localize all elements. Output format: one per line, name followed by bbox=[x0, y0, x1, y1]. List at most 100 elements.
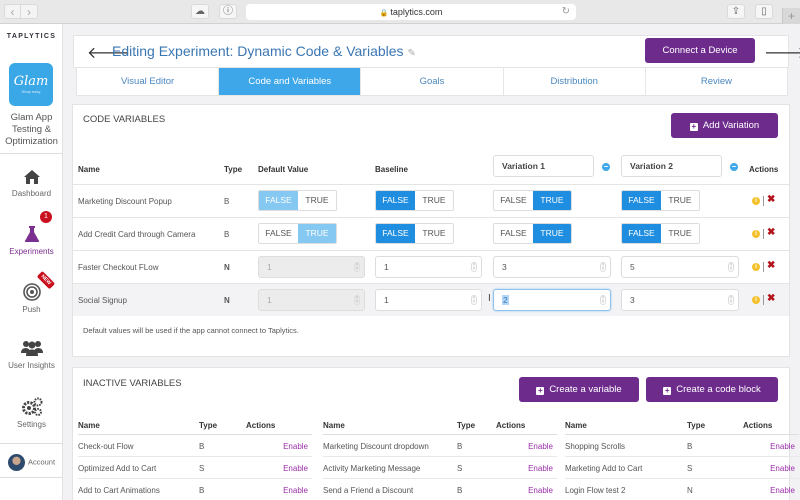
variation-1-name-input[interactable]: Variation 1 bbox=[493, 155, 594, 177]
sidebar-item-user-insights[interactable]: User Insights bbox=[0, 340, 63, 370]
tab-goals[interactable]: Goals bbox=[361, 68, 504, 95]
baseline-toggle[interactable]: FALSE TRUE bbox=[375, 223, 454, 244]
spinner-icon[interactable]: ˄ ˅ bbox=[600, 262, 606, 272]
toggle-false-option[interactable]: FALSE bbox=[494, 191, 533, 210]
info-icon[interactable]: i bbox=[752, 197, 760, 205]
column-header-actions: Actions bbox=[749, 165, 779, 174]
enable-link[interactable]: Enable bbox=[528, 464, 553, 473]
toggle-true-option[interactable]: TRUE bbox=[298, 191, 336, 210]
app-logo[interactable]: Glam Shop easy bbox=[9, 63, 53, 106]
address-bar[interactable]: 🔒 taplytics.com ↻ bbox=[246, 4, 576, 20]
browser-forward-button[interactable]: › bbox=[21, 4, 38, 19]
enable-link[interactable]: Enable bbox=[770, 464, 795, 473]
section-title: INACTIVE VARIABLES bbox=[83, 378, 182, 389]
toggle-false-option[interactable]: FALSE bbox=[494, 224, 533, 243]
spinner-icon[interactable]: ˄ ˅ bbox=[600, 295, 606, 305]
add-variation-button[interactable]: + Add Variation bbox=[671, 113, 778, 138]
baseline-input[interactable]: 1 ˄ ˅ bbox=[375, 289, 482, 311]
sidebar-item-push[interactable]: Push NEW bbox=[0, 270, 63, 314]
enable-link[interactable]: Enable bbox=[283, 486, 308, 495]
privacy-icon[interactable]: ⓘ bbox=[219, 4, 237, 19]
variation-1-toggle[interactable]: FALSE TRUE bbox=[493, 223, 572, 244]
code-variables-card: CODE VARIABLES + Add Variation Name Type … bbox=[72, 104, 790, 357]
sidebar-item-settings[interactable]: Settings bbox=[0, 397, 63, 429]
delete-icon[interactable]: ✖ bbox=[767, 293, 775, 304]
toggle-true-option[interactable]: TRUE bbox=[661, 224, 699, 243]
baseline-input[interactable]: 1 ˄ ˅ bbox=[375, 256, 482, 278]
home-icon bbox=[23, 170, 40, 184]
variation-2-input[interactable]: 5 ˄ ˅ bbox=[621, 256, 739, 278]
tab-visual-editor[interactable]: Visual Editor bbox=[77, 68, 220, 95]
create-code-block-button[interactable]: + Create a code block bbox=[646, 377, 778, 402]
action-separator bbox=[763, 229, 764, 239]
spinner-icon[interactable]: ˄ ˅ bbox=[471, 295, 477, 305]
default-value-toggle[interactable]: FALSE TRUE bbox=[258, 223, 337, 244]
variation-1-toggle[interactable]: FALSE TRUE bbox=[493, 190, 572, 211]
browser-toolbar: ‹ › ☁ ⓘ 🔒 taplytics.com ↻ ⇪ ▯ + bbox=[0, 0, 800, 24]
sidebar-toggle-icon[interactable]: ▯ bbox=[755, 4, 773, 19]
spinner-icon[interactable]: ˄ ˅ bbox=[728, 295, 734, 305]
delete-icon[interactable]: ✖ bbox=[767, 194, 775, 205]
info-icon[interactable]: i bbox=[752, 296, 760, 304]
enable-link[interactable]: Enable bbox=[770, 442, 795, 451]
remove-variation-1-icon[interactable]: − bbox=[602, 163, 610, 171]
sidebar-item-dashboard[interactable]: Dashboard bbox=[0, 169, 63, 198]
toggle-true-option[interactable]: TRUE bbox=[533, 191, 571, 210]
variation-1-input[interactable]: 2 ˄ ˅ bbox=[493, 289, 611, 311]
column-header-type: Type bbox=[687, 421, 706, 430]
toggle-true-option[interactable]: TRUE bbox=[415, 191, 453, 210]
toggle-false-option[interactable]: FALSE bbox=[622, 224, 661, 243]
tab-distribution[interactable]: Distribution bbox=[504, 68, 646, 95]
share-icon[interactable]: ⇪ bbox=[727, 4, 745, 19]
tab-review[interactable]: Review bbox=[646, 68, 787, 95]
toggle-true-option[interactable]: TRUE bbox=[533, 224, 571, 243]
new-tab-button[interactable]: + bbox=[782, 8, 800, 24]
toggle-true-option[interactable]: TRUE bbox=[661, 191, 699, 210]
table-row: Activity Marketing Message S Enable bbox=[323, 457, 557, 479]
pencil-icon[interactable]: ✎ bbox=[408, 48, 416, 59]
spinner-icon[interactable]: ˄ ˅ bbox=[471, 262, 477, 272]
default-value-toggle[interactable]: FALSE TRUE bbox=[258, 190, 337, 211]
tab-code-and-variables[interactable]: Code and Variables bbox=[219, 68, 362, 95]
spinner-icon[interactable]: ˄ ˅ bbox=[728, 262, 734, 272]
baseline-toggle[interactable]: FALSE TRUE bbox=[375, 190, 454, 211]
browser-back-button[interactable]: ‹ bbox=[4, 4, 21, 19]
enable-link[interactable]: Enable bbox=[528, 486, 553, 495]
toggle-true-option[interactable]: TRUE bbox=[415, 224, 453, 243]
sidebar-item-experiments[interactable]: Experiments 1 bbox=[0, 211, 63, 256]
remove-variation-2-icon[interactable]: − bbox=[730, 163, 738, 171]
variable-name: Marketing Discount Popup bbox=[78, 197, 172, 206]
toggle-true-option[interactable]: TRUE bbox=[298, 224, 336, 243]
sidebar-item-account[interactable]: Account bbox=[0, 454, 63, 471]
connect-device-button[interactable]: Connect a Device bbox=[645, 38, 755, 63]
spinner-icon: ˄ ˅ bbox=[354, 295, 360, 305]
enable-link[interactable]: Enable bbox=[770, 486, 795, 495]
table-row: Social Signup N 1 ˄ ˅ 1 ˄ ˅ I 2 ˄ ˅ 3 ˄ ˅ i ✖ bbox=[73, 283, 789, 316]
info-icon[interactable]: i bbox=[752, 263, 760, 271]
variation-2-toggle[interactable]: FALSE TRUE bbox=[621, 190, 700, 211]
variation-2-name-input[interactable]: Variation 2 bbox=[621, 155, 722, 177]
info-icon[interactable]: i bbox=[752, 230, 760, 238]
toggle-false-option[interactable]: FALSE bbox=[259, 191, 298, 210]
variation-2-toggle[interactable]: FALSE TRUE bbox=[621, 223, 700, 244]
toggle-false-option[interactable]: FALSE bbox=[259, 224, 298, 243]
table-row: Send a Friend a Discount B Enable bbox=[323, 479, 557, 500]
notification-badge: 1 bbox=[40, 211, 52, 223]
enable-link[interactable]: Enable bbox=[528, 442, 553, 451]
delete-icon[interactable]: ✖ bbox=[767, 260, 775, 271]
forward-arrow-icon[interactable]: 🡒 bbox=[764, 42, 800, 63]
toggle-false-option[interactable]: FALSE bbox=[376, 191, 415, 210]
reload-icon[interactable]: ↻ bbox=[562, 4, 570, 20]
cloud-icon[interactable]: ☁ bbox=[191, 4, 209, 19]
create-variable-button[interactable]: + Create a variable bbox=[519, 377, 639, 402]
variation-1-input[interactable]: 3 ˄ ˅ bbox=[493, 256, 611, 278]
variation-2-input[interactable]: 3 ˄ ˅ bbox=[621, 289, 739, 311]
toggle-false-option[interactable]: FALSE bbox=[376, 224, 415, 243]
toggle-false-option[interactable]: FALSE bbox=[622, 191, 661, 210]
enable-link[interactable]: Enable bbox=[283, 464, 308, 473]
enable-link[interactable]: Enable bbox=[283, 442, 308, 451]
sidebar: TAPLYTICS Glam Shop easy Glam App Testin… bbox=[0, 24, 63, 500]
create-variable-label: Create a variable bbox=[549, 384, 622, 395]
delete-icon[interactable]: ✖ bbox=[767, 227, 775, 238]
sidebar-item-label: Dashboard bbox=[11, 189, 52, 198]
